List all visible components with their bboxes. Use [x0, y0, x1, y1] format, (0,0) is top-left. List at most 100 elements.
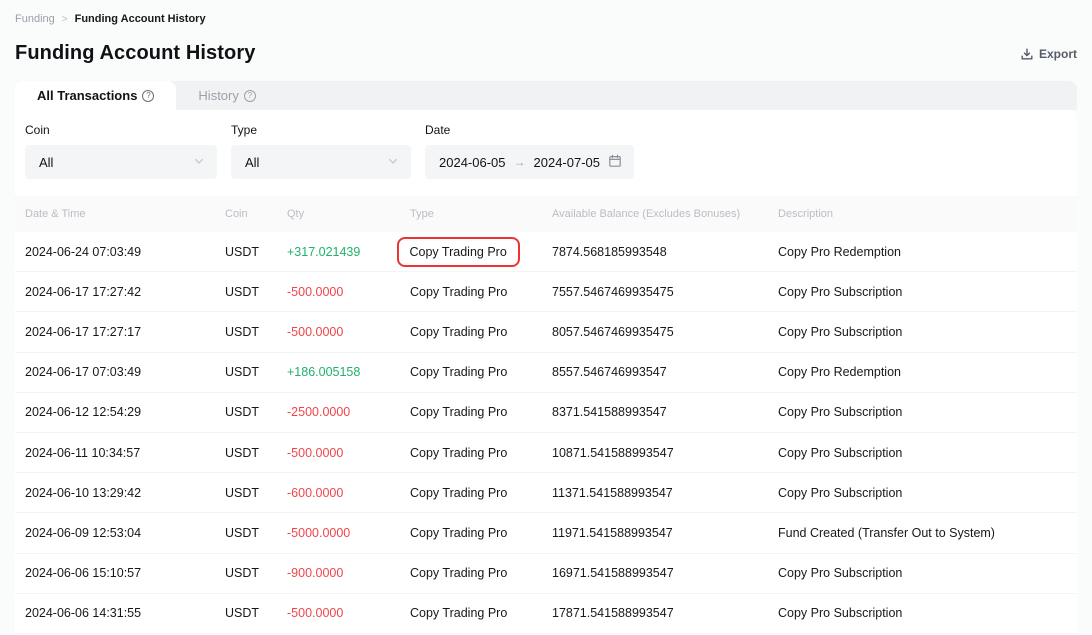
tab-bar: All Transactions History: [15, 81, 1077, 110]
cell-qty: -900.0000: [287, 566, 410, 580]
cell-coin: USDT: [225, 566, 287, 580]
cell-description: Fund Created (Transfer Out to System): [778, 526, 1077, 540]
cell-datetime: 2024-06-24 07:03:49: [25, 245, 225, 259]
tab-all-transactions-label: All Transactions: [37, 88, 137, 103]
cell-qty: +186.005158: [287, 365, 410, 379]
cell-qty: -500.0000: [287, 325, 410, 339]
type-value: Copy Trading Pro: [410, 446, 507, 460]
coin-select-value: All: [39, 155, 53, 170]
cell-description: Copy Pro Subscription: [778, 606, 1077, 620]
table-row: 2024-06-12 12:54:29 USDT -2500.0000 Copy…: [15, 393, 1077, 433]
cell-coin: USDT: [225, 405, 287, 419]
cell-coin: USDT: [225, 526, 287, 540]
transactions-table: Date & Time Coin Qty Type Available Bala…: [15, 196, 1077, 635]
export-icon: [1020, 47, 1034, 61]
cell-coin: USDT: [225, 245, 287, 259]
cell-description: Copy Pro Subscription: [778, 486, 1077, 500]
cell-type: Copy Trading Pro: [410, 325, 552, 339]
filters-row: Coin All Type All Date: [15, 110, 1077, 196]
funding-account-history-page: Funding > Funding Account History Fundin…: [0, 0, 1092, 635]
table-row: 2024-06-09 12:53:04 USDT -5000.0000 Copy…: [15, 513, 1077, 553]
date-filter: Date 2024-06-05 → 2024-07-05: [425, 123, 634, 179]
type-select[interactable]: All: [231, 145, 411, 179]
table-header-row: Date & Time Coin Qty Type Available Bala…: [15, 196, 1077, 232]
cell-available-balance: 16971.541588993547: [552, 566, 778, 580]
cell-description: Copy Pro Subscription: [778, 566, 1077, 580]
tab-history-label: History: [198, 88, 238, 103]
cell-available-balance: 8057.5467469935475: [552, 325, 778, 339]
breadcrumb-funding[interactable]: Funding: [15, 13, 55, 25]
date-end-value: 2024-07-05: [534, 155, 601, 170]
header-type: Type: [410, 208, 552, 220]
cell-datetime: 2024-06-06 14:31:55: [25, 606, 225, 620]
date-start-value: 2024-06-05: [439, 155, 506, 170]
table-row: 2024-06-17 07:03:49 USDT +186.005158 Cop…: [15, 353, 1077, 393]
cell-type: Copy Trading Pro: [410, 285, 552, 299]
help-icon[interactable]: [244, 90, 256, 102]
cell-type: Copy Trading Pro: [410, 606, 552, 620]
table-body: 2024-06-24 07:03:49 USDT +317.021439 Cop…: [15, 232, 1077, 634]
cell-coin: USDT: [225, 325, 287, 339]
cell-qty: +317.021439: [287, 245, 410, 259]
header-coin: Coin: [225, 208, 287, 220]
cell-coin: USDT: [225, 486, 287, 500]
tab-history[interactable]: History: [176, 81, 277, 110]
cell-description: Copy Pro Redemption: [778, 365, 1077, 379]
cell-type: Copy Trading Pro: [410, 245, 552, 259]
cell-datetime: 2024-06-09 12:53:04: [25, 526, 225, 540]
header-qty: Qty: [287, 208, 410, 220]
cell-description: Copy Pro Subscription: [778, 405, 1077, 419]
coin-filter: Coin All: [25, 123, 217, 179]
table-row: 2024-06-06 14:31:55 USDT -500.0000 Copy …: [15, 594, 1077, 634]
cell-description: Copy Pro Redemption: [778, 245, 1077, 259]
help-icon[interactable]: [142, 90, 154, 102]
page-title: Funding Account History: [15, 42, 255, 65]
cell-description: Copy Pro Subscription: [778, 325, 1077, 339]
title-row: Funding Account History Export: [15, 42, 1077, 65]
cell-datetime: 2024-06-17 07:03:49: [25, 365, 225, 379]
cell-available-balance: 10871.541588993547: [552, 446, 778, 460]
type-value: Copy Trading Pro: [410, 526, 507, 540]
tab-all-transactions[interactable]: All Transactions: [15, 81, 176, 110]
table-row: 2024-06-24 07:03:49 USDT +317.021439 Cop…: [15, 232, 1077, 272]
cell-qty: -500.0000: [287, 446, 410, 460]
type-value: Copy Trading Pro: [397, 237, 520, 267]
header-description: Description: [778, 208, 1077, 220]
type-value: Copy Trading Pro: [410, 285, 507, 299]
breadcrumb: Funding > Funding Account History: [15, 0, 1077, 25]
type-value: Copy Trading Pro: [410, 405, 507, 419]
header-available-balance: Available Balance (Excludes Bonuses): [552, 208, 778, 220]
cell-available-balance: 7557.5467469935475: [552, 285, 778, 299]
cell-description: Copy Pro Subscription: [778, 446, 1077, 460]
cell-datetime: 2024-06-10 13:29:42: [25, 486, 225, 500]
export-button[interactable]: Export: [1020, 47, 1077, 61]
cell-datetime: 2024-06-11 10:34:57: [25, 446, 225, 460]
date-range-arrow-icon: →: [514, 155, 526, 169]
cell-type: Copy Trading Pro: [410, 566, 552, 580]
cell-coin: USDT: [225, 285, 287, 299]
cell-available-balance: 11971.541588993547: [552, 526, 778, 540]
date-range-input[interactable]: 2024-06-05 → 2024-07-05: [425, 145, 634, 179]
type-value: Copy Trading Pro: [410, 365, 507, 379]
type-value: Copy Trading Pro: [410, 606, 507, 620]
type-value: Copy Trading Pro: [410, 325, 507, 339]
cell-qty: -5000.0000: [287, 526, 410, 540]
type-filter-label: Type: [231, 123, 411, 137]
coin-select[interactable]: All: [25, 145, 217, 179]
chevron-down-icon: [193, 155, 205, 170]
cell-available-balance: 11371.541588993547: [552, 486, 778, 500]
cell-coin: USDT: [225, 365, 287, 379]
breadcrumb-current: Funding Account History: [75, 13, 206, 25]
cell-qty: -600.0000: [287, 486, 410, 500]
cell-available-balance: 8557.546746993547: [552, 365, 778, 379]
cell-datetime: 2024-06-06 15:10:57: [25, 566, 225, 580]
cell-type: Copy Trading Pro: [410, 365, 552, 379]
table-row: 2024-06-17 17:27:42 USDT -500.0000 Copy …: [15, 272, 1077, 312]
cell-datetime: 2024-06-17 17:27:42: [25, 285, 225, 299]
type-value: Copy Trading Pro: [410, 566, 507, 580]
date-filter-label: Date: [425, 123, 634, 137]
cell-available-balance: 17871.541588993547: [552, 606, 778, 620]
cell-type: Copy Trading Pro: [410, 405, 552, 419]
breadcrumb-separator-icon: >: [62, 14, 68, 25]
type-filter: Type All: [231, 123, 411, 179]
